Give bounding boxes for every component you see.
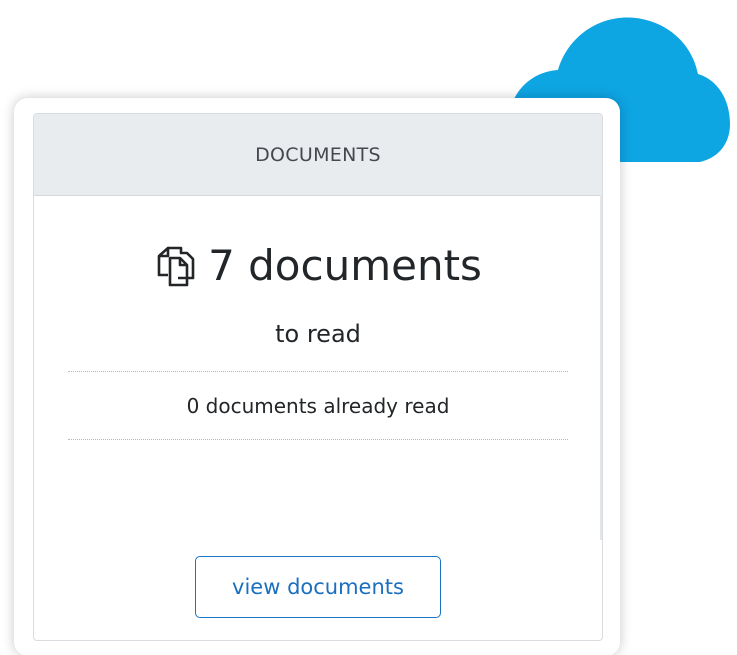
divider: [68, 371, 568, 372]
already-read-count: 0 documents already read: [186, 394, 450, 418]
divider: [68, 439, 568, 440]
view-documents-button[interactable]: view documents: [195, 556, 441, 618]
documents-count: 7 documents: [208, 241, 482, 290]
stage: DOCUMENTS 7 documents to read 0 document…: [0, 0, 737, 655]
documents-icon: [157, 246, 195, 287]
card-header: DOCUMENTS: [34, 114, 602, 196]
card-header-title: DOCUMENTS: [255, 143, 381, 166]
to-read-label: to read: [275, 320, 361, 348]
documents-count-headline: 7 documents: [34, 245, 602, 287]
documents-card: DOCUMENTS 7 documents to read 0 document…: [33, 113, 603, 641]
